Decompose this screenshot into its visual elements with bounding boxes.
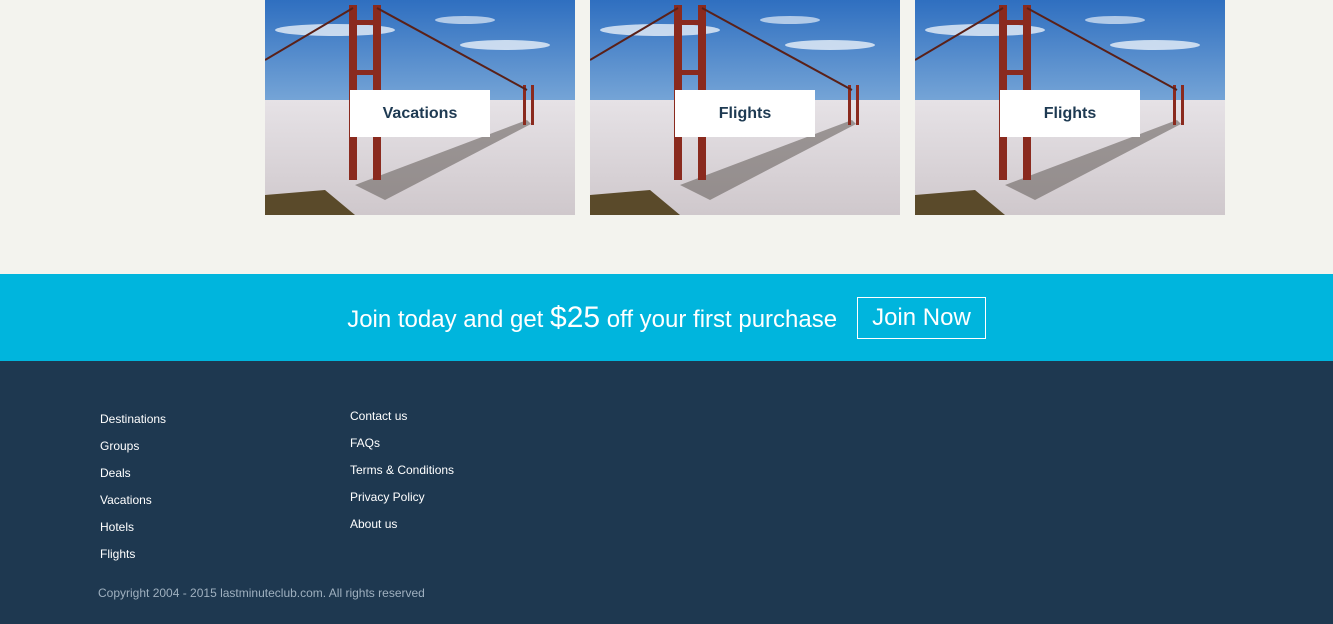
copyright-text: Copyright 2004 - 2015 lastminuteclub.com…: [98, 586, 425, 600]
promo-text-before: Join today and get: [347, 305, 551, 333]
destination-cards: Vacations Flights Flights: [0, 0, 1333, 274]
footer-link-faqs[interactable]: FAQs: [350, 436, 454, 463]
footer-link-groups[interactable]: Groups: [100, 439, 166, 466]
card-label[interactable]: Flights: [1000, 90, 1140, 137]
footer-link-about[interactable]: About us: [350, 517, 454, 544]
join-now-button[interactable]: Join Now: [857, 296, 986, 339]
footer-links-primary: Destinations Groups Deals Vacations Hote…: [100, 412, 166, 574]
footer-link-privacy[interactable]: Privacy Policy: [350, 490, 454, 517]
footer-links-secondary: Contact us FAQs Terms & Conditions Priva…: [350, 409, 454, 544]
promo-text-after: off your first purchase: [600, 305, 838, 333]
promo-amount: $25: [550, 300, 601, 334]
footer: Destinations Groups Deals Vacations Hote…: [0, 361, 1333, 624]
footer-link-flights[interactable]: Flights: [100, 547, 166, 574]
footer-link-deals[interactable]: Deals: [100, 466, 166, 493]
promo-banner: Join today and get $25 off your first pu…: [0, 274, 1333, 361]
footer-link-destinations[interactable]: Destinations: [100, 412, 166, 439]
card-label[interactable]: Vacations: [350, 90, 490, 137]
promo-text: Join today and get $25 off your first pu…: [347, 301, 837, 335]
footer-link-hotels[interactable]: Hotels: [100, 520, 166, 547]
card-flights-2[interactable]: Flights: [915, 0, 1225, 215]
card-vacations[interactable]: Vacations: [265, 0, 575, 215]
card-label[interactable]: Flights: [675, 90, 815, 137]
card-flights[interactable]: Flights: [590, 0, 900, 215]
footer-link-contact[interactable]: Contact us: [350, 409, 454, 436]
footer-link-vacations[interactable]: Vacations: [100, 493, 166, 520]
footer-link-terms[interactable]: Terms & Conditions: [350, 463, 454, 490]
